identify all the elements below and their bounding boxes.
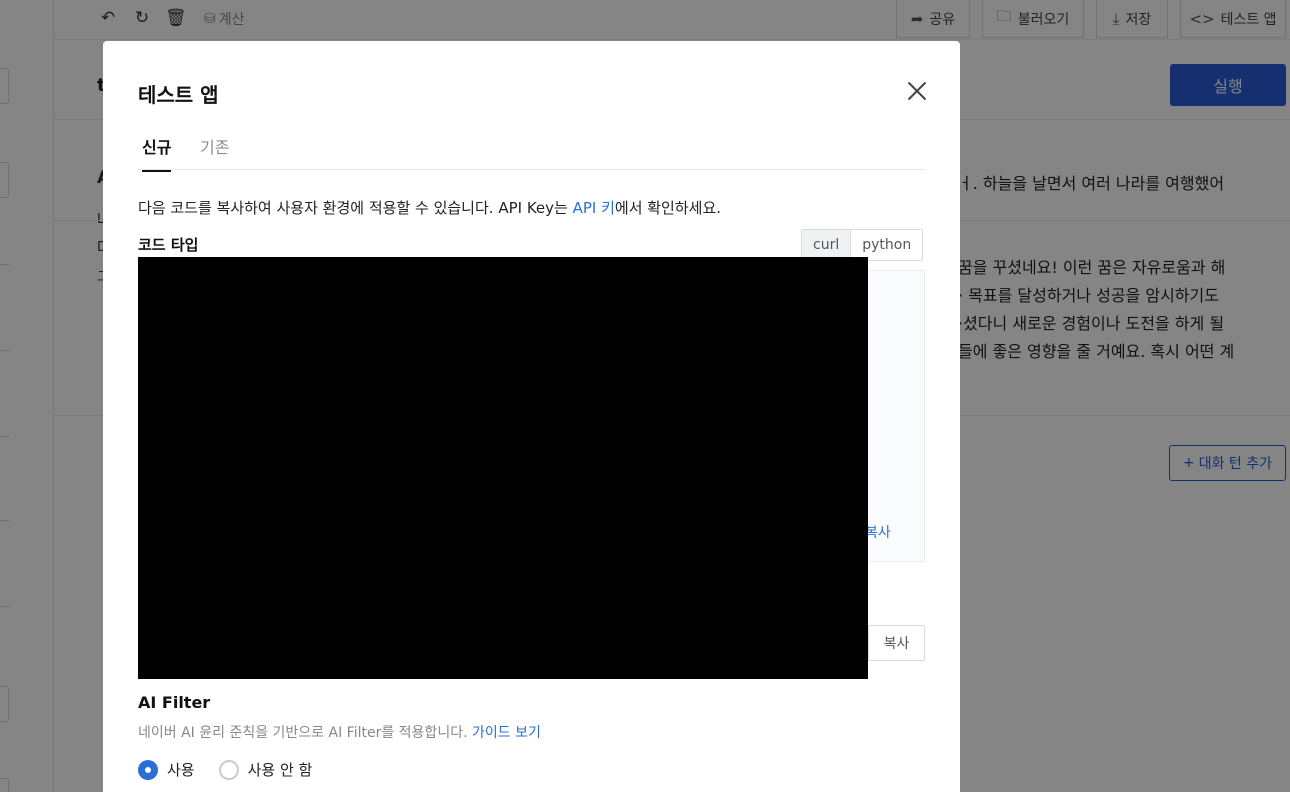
radio-not-use[interactable]: 사용 안 함 [218,759,313,780]
intro-prefix: 다음 코드를 복사하여 사용자 환경에 적용할 수 있습니다. API Key는 [138,199,573,217]
code-type-label: 코드 타입 [138,236,199,254]
ai-filter-desc-text: 네이버 AI 윤리 준칙을 기반으로 AI Filter를 적용합니다. [138,725,472,741]
intro-suffix: 에서 확인하세요. [614,199,722,217]
radio-use[interactable]: 사용 [138,759,195,780]
code-type-curl[interactable]: curl [802,230,851,260]
close-icon[interactable] [903,77,931,105]
code-type-python[interactable]: python [850,230,923,260]
guide-link[interactable]: 가이드 보기 [472,725,541,741]
api-key-link[interactable]: API 키 [573,199,615,217]
ai-filter-options: 사용 사용 안 함 [138,759,312,780]
tab-existing[interactable]: 기존 [200,134,229,170]
ai-filter-title: AI Filter [138,693,211,712]
modal-tabs: 신규 기존 [138,131,925,172]
redacted-region [138,257,868,679]
test-app-modal: 테스트 앱 신규 기존 다음 코드를 복사하여 사용자 환경에 적용할 수 있습… [103,41,960,792]
tab-new[interactable]: 신규 [142,134,172,172]
code-copy-link[interactable]: 복사 [865,522,891,542]
radio-not-use-label: 사용 안 함 [247,761,313,779]
radio-unselected-icon [218,759,239,780]
modal-title: 테스트 앱 [138,83,219,107]
copy-button[interactable]: 복사 [868,625,925,661]
ai-filter-desc: 네이버 AI 윤리 준칙을 기반으로 AI Filter를 적용합니다. 가이드… [138,722,541,742]
intro-text: 다음 코드를 복사하여 사용자 환경에 적용할 수 있습니다. API Key는… [138,197,721,218]
radio-selected-icon [138,759,158,780]
radio-use-label: 사용 [167,761,195,779]
